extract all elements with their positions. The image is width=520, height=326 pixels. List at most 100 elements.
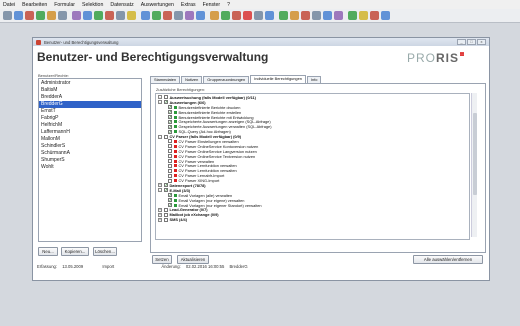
select-all-button[interactable]: Alle auswählen/entfernen xyxy=(413,255,483,264)
tab[interactable]: Notizen xyxy=(181,76,203,83)
toolbar-button-icon[interactable] xyxy=(174,11,183,20)
permission-checkbox[interactable] xyxy=(164,207,168,212)
permission-checkbox[interactable]: ✓ xyxy=(168,105,172,110)
tab[interactable]: Info xyxy=(306,76,322,83)
toolbar-button-icon[interactable] xyxy=(370,11,379,20)
set-button[interactable]: Setzen xyxy=(152,255,172,264)
permission-checkbox[interactable] xyxy=(168,149,172,154)
toolbar-button-icon[interactable] xyxy=(279,11,288,20)
user-list-item[interactable]: ErnstT xyxy=(39,108,141,115)
user-list-item[interactable]: BredderA xyxy=(39,94,141,101)
toolbar-button-icon[interactable] xyxy=(221,11,230,20)
toolbar-button-icon[interactable] xyxy=(83,11,92,20)
toolbar-button-icon[interactable] xyxy=(348,11,357,20)
menu-item[interactable]: Extras xyxy=(181,2,196,8)
new-user-button[interactable]: Neu... xyxy=(38,247,58,256)
permission-checkbox[interactable]: ✓ xyxy=(168,203,172,208)
permissions-tree[interactable]: - Auswertsuchung (falls Modell verfügbar)… xyxy=(155,93,470,240)
permission-checkbox[interactable]: ✓ xyxy=(168,110,172,115)
close-button[interactable]: x xyxy=(477,39,486,45)
toolbar-button-icon[interactable] xyxy=(196,11,205,20)
toolbar-button-icon[interactable] xyxy=(359,11,368,20)
permission-group-row[interactable]: + SMS (4/4) xyxy=(156,217,469,222)
user-list-item[interactable]: Administrator xyxy=(39,80,141,87)
toolbar-button-icon[interactable] xyxy=(265,11,274,20)
permission-checkbox[interactable] xyxy=(168,144,172,149)
permission-checkbox[interactable]: ✓ xyxy=(168,198,172,203)
toolbar-button-icon[interactable] xyxy=(3,11,12,20)
collapse-icon[interactable]: - xyxy=(158,100,162,105)
permission-checkbox[interactable] xyxy=(164,212,168,217)
toolbar-button-icon[interactable] xyxy=(301,11,310,20)
permission-checkbox[interactable] xyxy=(168,168,172,173)
user-list-item[interactable]: Wohlt xyxy=(39,164,141,171)
toolbar-button-icon[interactable] xyxy=(243,11,252,20)
tab[interactable]: Individuelle Berechtigungen xyxy=(250,75,306,83)
toolbar-button-icon[interactable] xyxy=(290,11,299,20)
expand-icon[interactable]: + xyxy=(158,217,162,222)
refresh-button[interactable]: Aktualisieren xyxy=(177,255,209,264)
user-list-item[interactable]: ShumperS xyxy=(39,157,141,164)
toolbar-button-icon[interactable] xyxy=(116,11,125,20)
permission-checkbox[interactable] xyxy=(164,217,168,222)
menu-item[interactable]: Datei xyxy=(3,2,15,8)
toolbar-button-icon[interactable] xyxy=(94,11,103,20)
permission-checkbox[interactable]: ✓ xyxy=(164,183,168,188)
toolbar-button-icon[interactable] xyxy=(381,11,390,20)
toolbar-button-icon[interactable] xyxy=(210,11,219,20)
delete-user-button[interactable]: Löschen... xyxy=(93,247,117,256)
permission-checkbox[interactable] xyxy=(168,139,172,144)
collapse-icon[interactable]: - xyxy=(158,188,162,193)
collapse-icon[interactable]: - xyxy=(158,95,162,100)
permission-checkbox[interactable] xyxy=(168,178,172,183)
maximize-button[interactable]: □ xyxy=(467,39,476,45)
tab[interactable]: Stammdaten xyxy=(150,76,181,83)
toolbar-button-icon[interactable] xyxy=(25,11,34,20)
user-list-item[interactable]: SchürmannA xyxy=(39,150,141,157)
toolbar-button-icon[interactable] xyxy=(185,11,194,20)
toolbar-button-icon[interactable] xyxy=(141,11,150,20)
menu-item[interactable]: Formular xyxy=(54,2,75,8)
permission-checkbox[interactable]: ✓ xyxy=(164,100,168,105)
toolbar-button-icon[interactable] xyxy=(334,11,343,20)
user-list-item[interactable]: HelfrichM xyxy=(39,122,141,129)
toolbar-button-icon[interactable] xyxy=(323,11,332,20)
permission-checkbox[interactable]: ✓ xyxy=(168,129,172,134)
minimize-button[interactable]: _ xyxy=(457,39,466,45)
collapse-icon[interactable]: - xyxy=(158,134,162,139)
permission-checkbox[interactable] xyxy=(168,154,172,159)
permission-checkbox[interactable]: ✓ xyxy=(164,188,168,193)
toolbar-button-icon[interactable] xyxy=(254,11,263,20)
menu-item[interactable]: Bearbeiten xyxy=(22,2,47,8)
permission-checkbox[interactable] xyxy=(164,134,168,139)
permission-checkbox[interactable]: ✓ xyxy=(168,119,172,124)
toolbar-button-icon[interactable] xyxy=(72,11,81,20)
expand-icon[interactable]: + xyxy=(158,183,162,188)
menu-item[interactable]: Auswertungen xyxy=(141,2,174,8)
permission-checkbox[interactable] xyxy=(168,159,172,164)
permission-checkbox[interactable] xyxy=(168,163,172,168)
toolbar-button-icon[interactable] xyxy=(105,11,114,20)
toolbar-button-icon[interactable] xyxy=(312,11,321,20)
toolbar-button-icon[interactable] xyxy=(152,11,161,20)
user-list-item[interactable]: FabrigP xyxy=(39,115,141,122)
tab[interactable]: Gruppenzuordnungen xyxy=(203,76,250,83)
toolbar-button-icon[interactable] xyxy=(36,11,45,20)
toolbar-button-icon[interactable] xyxy=(127,11,136,20)
permission-checkbox[interactable]: ✓ xyxy=(168,124,172,129)
permission-checkbox[interactable]: ✓ xyxy=(168,115,172,119)
user-list[interactable]: Administrator BaltisM BredderA BredderG Erns… xyxy=(38,78,142,242)
expand-icon[interactable]: + xyxy=(158,207,162,212)
user-list-item[interactable]: MallonM xyxy=(39,136,141,143)
user-list-item[interactable]: LaffermannH xyxy=(39,129,141,136)
user-list-item[interactable]: BredderG xyxy=(39,101,141,108)
tree-scrollbar[interactable] xyxy=(471,93,477,237)
user-list-item[interactable]: SchindlerS xyxy=(39,143,141,150)
menu-item[interactable]: Datensatz xyxy=(110,2,133,8)
permission-checkbox[interactable] xyxy=(168,173,172,178)
menu-item[interactable]: Fenster xyxy=(203,2,221,8)
scrollbar-thumb[interactable] xyxy=(472,113,477,195)
permission-checkbox[interactable]: ✓ xyxy=(168,193,172,198)
user-list-item[interactable]: BaltisM xyxy=(39,87,141,94)
toolbar-button-icon[interactable] xyxy=(58,11,67,20)
